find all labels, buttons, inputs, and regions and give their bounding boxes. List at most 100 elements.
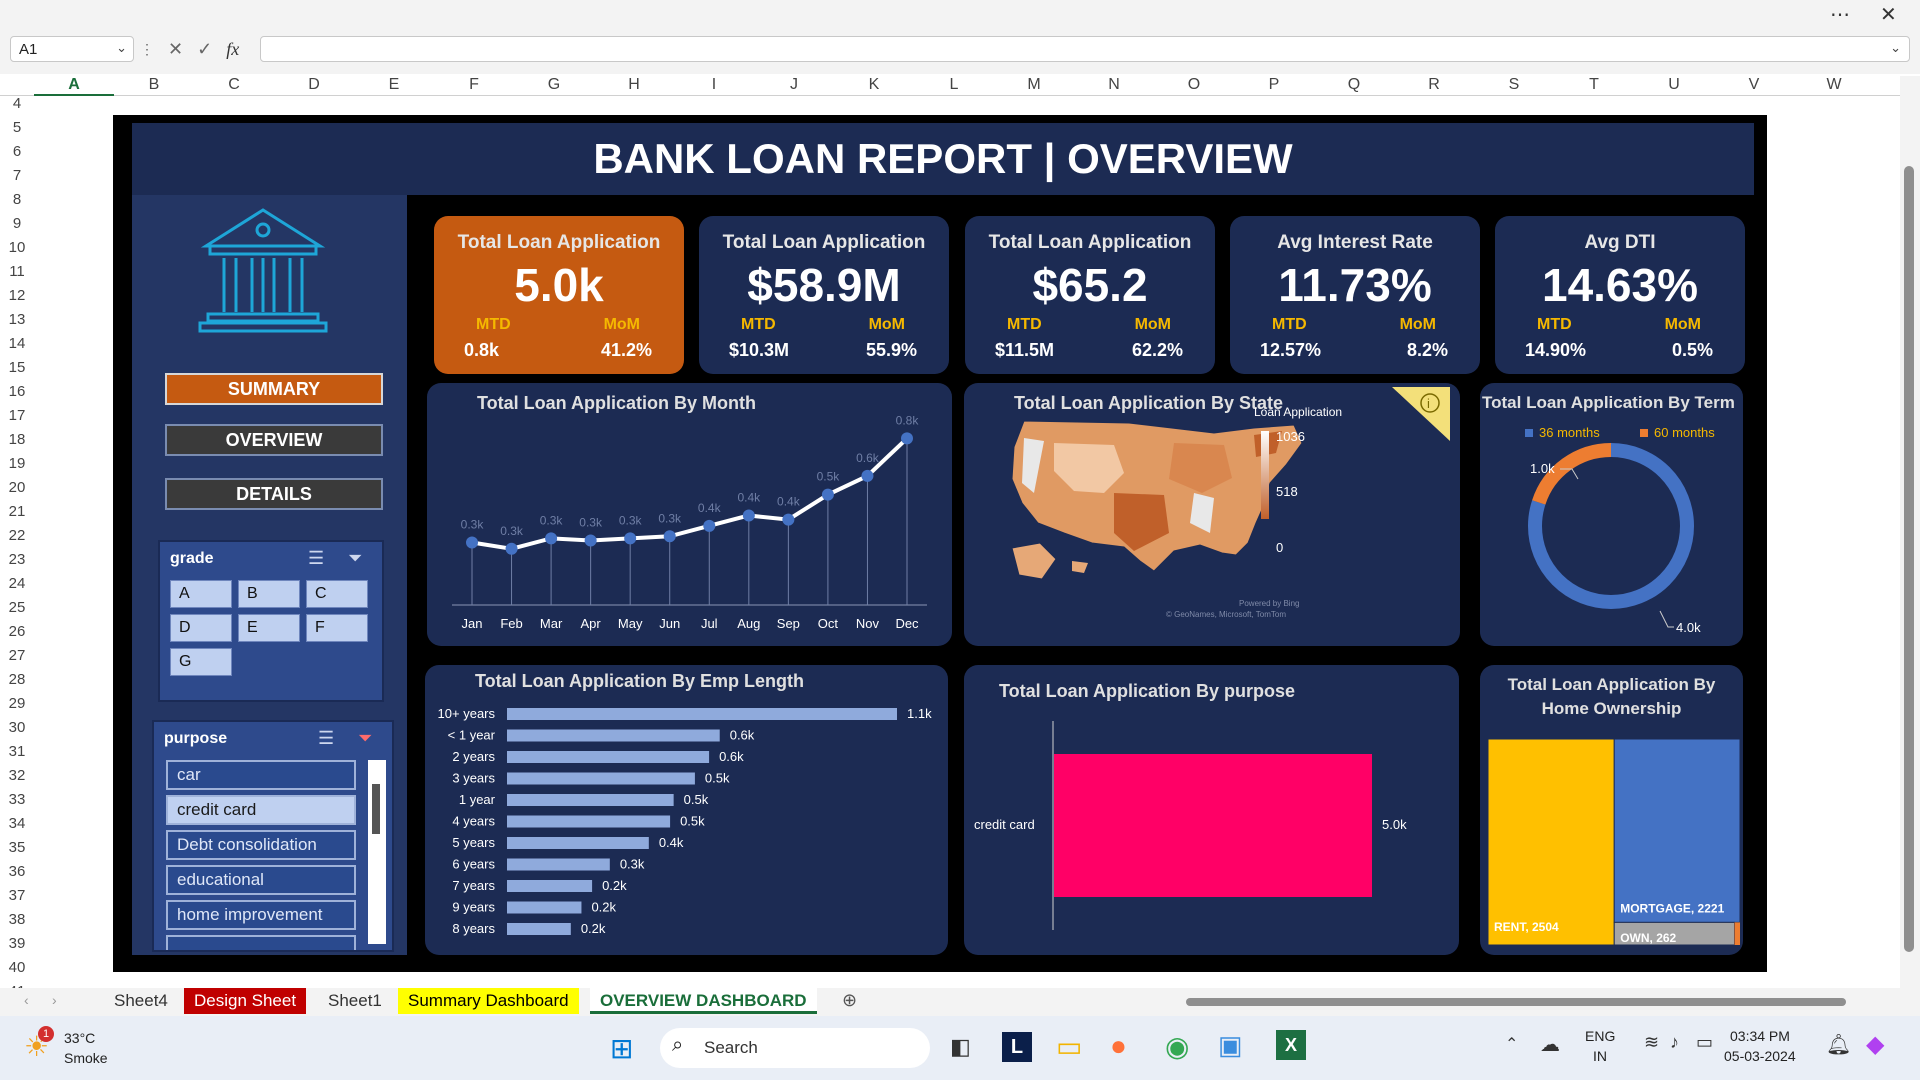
column-letter[interactable]: W [1794,74,1874,96]
clock-date[interactable]: 05-03-2024 [1724,1048,1796,1064]
column-letter[interactable]: R [1394,74,1474,96]
function-icon[interactable]: fx [226,39,239,60]
home-treemap[interactable]: RENT, 2504 MORTGAGE, 2221 OWN, 262 [1480,665,1743,955]
column-letter[interactable]: I [674,74,754,96]
plus-icon[interactable]: ⊕ [842,990,857,1011]
sheet-tab[interactable]: Summary Dashboard [398,988,579,1014]
row-number[interactable]: 19 [0,452,34,476]
row-number[interactable]: 36 [0,860,34,884]
column-letter[interactable]: U [1634,74,1714,96]
row-number[interactable]: 4 [0,92,34,116]
row-number[interactable]: 29 [0,692,34,716]
row-number[interactable]: 38 [0,908,34,932]
cancel-icon[interactable]: ✕ [168,39,183,60]
grade-option[interactable]: D [170,614,232,642]
row-number[interactable]: 9 [0,212,34,236]
more-vertical-icon[interactable]: ⋮ [140,41,154,58]
row-number[interactable]: 14 [0,332,34,356]
emp-bar-chart[interactable]: 10+ years 1.1k < 1 year 0.6k 2 years 0.6k 3 ye… [425,665,948,955]
column-letter[interactable]: K [834,74,914,96]
term-donut-chart[interactable]: 36 months 60 months 1.0k 4.0k [1480,383,1743,646]
firefox-icon[interactable]: ● [1110,1030,1127,1062]
row-number[interactable]: 21 [0,500,34,524]
column-letter[interactable]: L [914,74,994,96]
column-letter[interactable]: M [994,74,1074,96]
column-letter[interactable]: B [114,74,194,96]
column-letter[interactable]: G [514,74,594,96]
task-view-icon[interactable]: ◧ [950,1034,971,1060]
clear-filter-icon[interactable]: ⏷ [358,728,372,749]
purpose-option[interactable]: Debt consolidation [166,830,356,860]
row-number[interactable]: 32 [0,764,34,788]
column-letter[interactable]: A [34,74,114,96]
slicer-scrollbar-thumb[interactable] [372,784,380,834]
confirm-icon[interactable]: ✓ [197,39,212,60]
row-number[interactable]: 20 [0,476,34,500]
grade-option[interactable]: F [306,614,368,642]
chrome-icon[interactable]: ◉ [1165,1030,1189,1063]
row-number[interactable]: 35 [0,836,34,860]
volume-icon[interactable]: ♪ [1670,1032,1679,1053]
row-number[interactable]: 34 [0,812,34,836]
column-letter[interactable]: C [194,74,274,96]
column-letter[interactable]: P [1234,74,1314,96]
language-code[interactable]: ENG [1585,1028,1615,1044]
us-map[interactable]: Loan Application 1036 518 0 i Powered by… [964,383,1460,646]
column-letter[interactable]: T [1554,74,1634,96]
row-number[interactable]: 17 [0,404,34,428]
row-number[interactable]: 10 [0,236,34,260]
column-letter[interactable]: D [274,74,354,96]
row-number[interactable]: 16 [0,380,34,404]
language-region[interactable]: IN [1593,1048,1607,1064]
row-number[interactable]: 7 [0,164,34,188]
purpose-option[interactable]: credit card [166,795,356,825]
row-number[interactable]: 11 [0,260,34,284]
month-line-chart[interactable]: 0.3k Jan 0.3k Feb 0.3k Mar 0.3k Apr 0.3k May 0.3k J… [427,383,952,646]
chevron-up-icon[interactable]: ⌃ [1505,1034,1518,1054]
row-number[interactable]: 6 [0,140,34,164]
column-letter[interactable]: V [1714,74,1794,96]
column-letter[interactable]: O [1154,74,1234,96]
row-number[interactable]: 37 [0,884,34,908]
row-number[interactable]: 22 [0,524,34,548]
column-letter[interactable]: E [354,74,434,96]
row-number[interactable]: 13 [0,308,34,332]
grade-option[interactable]: E [238,614,300,642]
overview-nav-button[interactable]: OVERVIEW [165,424,383,456]
app-icon[interactable]: L [1002,1032,1032,1062]
close-icon[interactable]: ✕ [1880,2,1897,27]
chevron-down-icon[interactable]: ⌄ [116,40,127,56]
clock-time[interactable]: 03:34 PM [1730,1028,1790,1044]
windows-start-icon[interactable]: ⊞ [610,1032,633,1065]
excel-icon[interactable]: X [1276,1030,1306,1060]
row-number[interactable]: 18 [0,428,34,452]
grade-option[interactable]: C [306,580,368,608]
purpose-option[interactable]: car [166,760,356,790]
row-number[interactable]: 30 [0,716,34,740]
row-number[interactable]: 15 [0,356,34,380]
search-box[interactable]: ⌕ Search [660,1028,930,1068]
column-letter[interactable]: S [1474,74,1554,96]
row-number[interactable]: 12 [0,284,34,308]
row-number[interactable]: 23 [0,548,34,572]
chevron-down-icon[interactable]: ⌄ [1890,40,1901,56]
grade-option[interactable]: G [170,648,232,676]
details-nav-button[interactable]: DETAILS [165,478,383,510]
purpose-option[interactable] [166,935,356,950]
column-letter[interactable]: H [594,74,674,96]
row-number[interactable]: 5 [0,116,34,140]
column-letter[interactable]: F [434,74,514,96]
battery-icon[interactable]: ▭ [1696,1032,1713,1053]
row-number[interactable]: 31 [0,740,34,764]
copilot-icon[interactable]: ◆ [1866,1030,1884,1059]
column-letter[interactable]: Q [1314,74,1394,96]
wifi-icon[interactable]: ≋ [1644,1032,1659,1053]
grade-option[interactable]: B [238,580,300,608]
row-number[interactable]: 24 [0,572,34,596]
file-explorer-icon[interactable]: ▭ [1056,1030,1082,1063]
sheet-tab[interactable]: Design Sheet [184,988,307,1014]
scrollbar-thumb[interactable] [1904,166,1914,952]
ellipsis-icon[interactable]: ⋯ [1830,2,1850,27]
sheet-tab-active[interactable]: OVERVIEW DASHBOARD [590,988,817,1014]
multi-select-icon[interactable]: ☰ [318,728,334,749]
